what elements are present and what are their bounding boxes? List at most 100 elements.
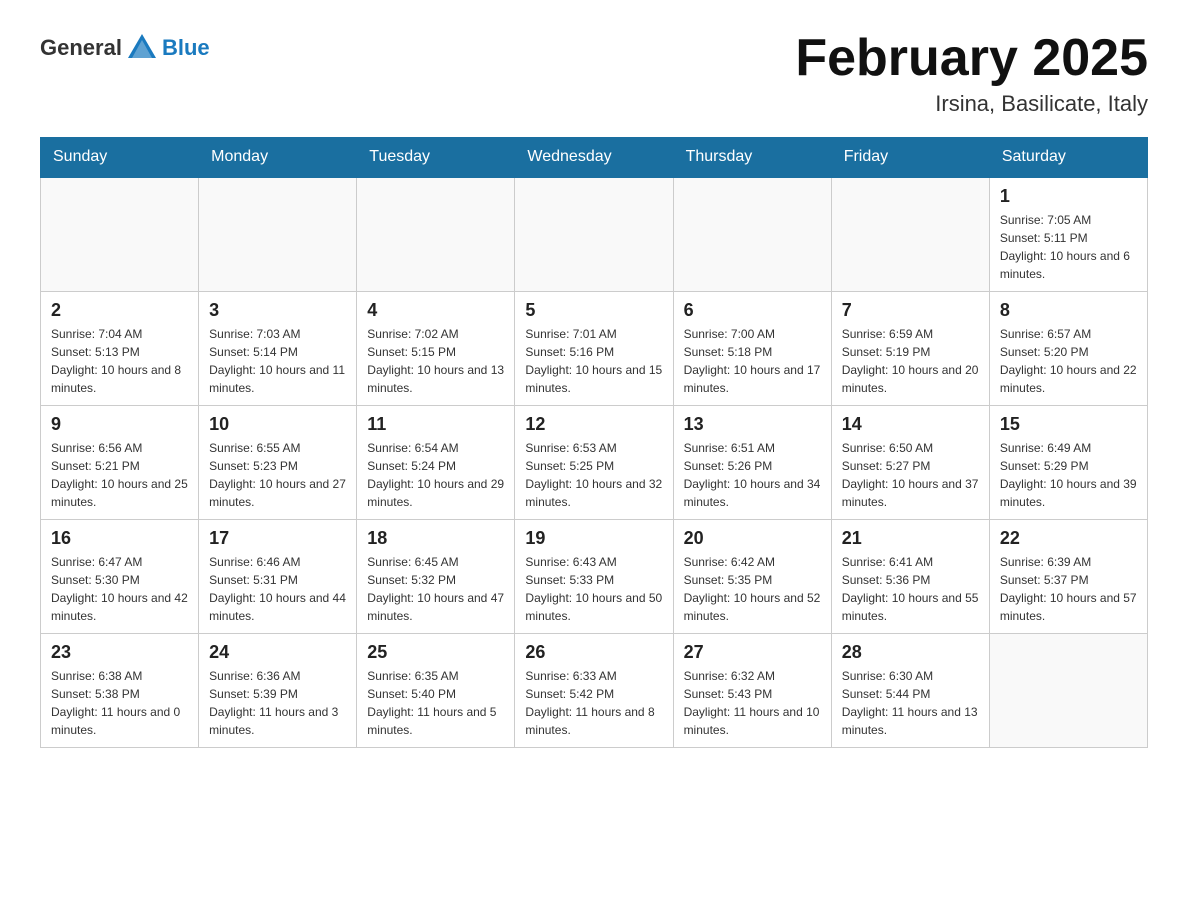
day-number: 28: [842, 642, 979, 663]
day-number: 27: [684, 642, 821, 663]
day-info: Sunrise: 7:00 AMSunset: 5:18 PMDaylight:…: [684, 325, 821, 397]
day-number: 8: [1000, 300, 1137, 321]
day-cell: 13 Sunrise: 6:51 AMSunset: 5:26 PMDayligh…: [673, 406, 831, 520]
day-info: Sunrise: 6:38 AMSunset: 5:38 PMDaylight:…: [51, 667, 188, 739]
weekday-header-monday: Monday: [199, 138, 357, 178]
day-info: Sunrise: 6:35 AMSunset: 5:40 PMDaylight:…: [367, 667, 504, 739]
day-cell: 15 Sunrise: 6:49 AMSunset: 5:29 PMDayligh…: [989, 406, 1147, 520]
logo-blue-text: Blue: [162, 35, 210, 61]
day-cell: [989, 634, 1147, 748]
day-cell: 9 Sunrise: 6:56 AMSunset: 5:21 PMDaylight…: [41, 406, 199, 520]
day-cell: 23 Sunrise: 6:38 AMSunset: 5:38 PMDayligh…: [41, 634, 199, 748]
day-info: Sunrise: 6:50 AMSunset: 5:27 PMDaylight:…: [842, 439, 979, 511]
day-info: Sunrise: 6:54 AMSunset: 5:24 PMDaylight:…: [367, 439, 504, 511]
day-number: 5: [525, 300, 662, 321]
day-number: 16: [51, 528, 188, 549]
day-cell: 24 Sunrise: 6:36 AMSunset: 5:39 PMDayligh…: [199, 634, 357, 748]
day-number: 23: [51, 642, 188, 663]
day-cell: 26 Sunrise: 6:33 AMSunset: 5:42 PMDayligh…: [515, 634, 673, 748]
weekday-header-wednesday: Wednesday: [515, 138, 673, 178]
day-info: Sunrise: 7:05 AMSunset: 5:11 PMDaylight:…: [1000, 211, 1137, 283]
day-number: 15: [1000, 414, 1137, 435]
day-cell: [357, 177, 515, 292]
calendar-body: 1 Sunrise: 7:05 AMSunset: 5:11 PMDaylight…: [41, 177, 1148, 748]
day-info: Sunrise: 6:47 AMSunset: 5:30 PMDaylight:…: [51, 553, 188, 625]
day-cell: 4Sunrise: 7:02 AMSunset: 5:15 PMDaylight…: [357, 292, 515, 406]
day-number: 4: [367, 300, 504, 321]
day-cell: 7 Sunrise: 6:59 AMSunset: 5:19 PMDaylight…: [831, 292, 989, 406]
day-cell: 19 Sunrise: 6:43 AMSunset: 5:33 PMDayligh…: [515, 520, 673, 634]
day-number: 13: [684, 414, 821, 435]
day-cell: [831, 177, 989, 292]
day-info: Sunrise: 6:43 AMSunset: 5:33 PMDaylight:…: [525, 553, 662, 625]
day-number: 3: [209, 300, 346, 321]
day-cell: 12Sunrise: 6:53 AMSunset: 5:25 PMDayligh…: [515, 406, 673, 520]
weekday-header-sunday: Sunday: [41, 138, 199, 178]
day-cell: 25 Sunrise: 6:35 AMSunset: 5:40 PMDayligh…: [357, 634, 515, 748]
day-number: 21: [842, 528, 979, 549]
day-number: 9: [51, 414, 188, 435]
day-cell: 10 Sunrise: 6:55 AMSunset: 5:23 PMDayligh…: [199, 406, 357, 520]
day-info: Sunrise: 7:03 AMSunset: 5:14 PMDaylight:…: [209, 325, 346, 397]
day-info: Sunrise: 6:55 AMSunset: 5:23 PMDaylight:…: [209, 439, 346, 511]
week-row-1: 2Sunrise: 7:04 AMSunset: 5:13 PMDaylight…: [41, 292, 1148, 406]
title-block: February 2025 Irsina, Basilicate, Italy: [795, 30, 1148, 117]
day-info: Sunrise: 6:42 AMSunset: 5:35 PMDaylight:…: [684, 553, 821, 625]
day-number: 25: [367, 642, 504, 663]
day-number: 19: [525, 528, 662, 549]
logo-icon: [124, 30, 160, 66]
day-number: 7: [842, 300, 979, 321]
day-cell: 18Sunrise: 6:45 AMSunset: 5:32 PMDayligh…: [357, 520, 515, 634]
weekday-header-friday: Friday: [831, 138, 989, 178]
day-cell: 16 Sunrise: 6:47 AMSunset: 5:30 PMDayligh…: [41, 520, 199, 634]
day-cell: 1 Sunrise: 7:05 AMSunset: 5:11 PMDaylight…: [989, 177, 1147, 292]
weekday-header-tuesday: Tuesday: [357, 138, 515, 178]
weekday-header-saturday: Saturday: [989, 138, 1147, 178]
day-cell: 11Sunrise: 6:54 AMSunset: 5:24 PMDayligh…: [357, 406, 515, 520]
day-cell: 5 Sunrise: 7:01 AMSunset: 5:16 PMDaylight…: [515, 292, 673, 406]
day-cell: 21 Sunrise: 6:41 AMSunset: 5:36 PMDayligh…: [831, 520, 989, 634]
day-number: 17: [209, 528, 346, 549]
day-number: 6: [684, 300, 821, 321]
day-cell: [515, 177, 673, 292]
day-info: Sunrise: 6:36 AMSunset: 5:39 PMDaylight:…: [209, 667, 346, 739]
day-number: 22: [1000, 528, 1137, 549]
week-row-2: 9 Sunrise: 6:56 AMSunset: 5:21 PMDaylight…: [41, 406, 1148, 520]
calendar-table: SundayMondayTuesdayWednesdayThursdayFrid…: [40, 137, 1148, 748]
day-cell: [673, 177, 831, 292]
week-row-0: 1 Sunrise: 7:05 AMSunset: 5:11 PMDaylight…: [41, 177, 1148, 292]
day-info: Sunrise: 6:41 AMSunset: 5:36 PMDaylight:…: [842, 553, 979, 625]
day-cell: 14 Sunrise: 6:50 AMSunset: 5:27 PMDayligh…: [831, 406, 989, 520]
day-info: Sunrise: 7:04 AMSunset: 5:13 PMDaylight:…: [51, 325, 188, 397]
day-number: 14: [842, 414, 979, 435]
logo-general-text: General: [40, 35, 122, 61]
day-number: 10: [209, 414, 346, 435]
day-number: 1: [1000, 186, 1137, 207]
day-info: Sunrise: 6:33 AMSunset: 5:42 PMDaylight:…: [525, 667, 662, 739]
day-number: 12: [525, 414, 662, 435]
day-info: Sunrise: 6:59 AMSunset: 5:19 PMDaylight:…: [842, 325, 979, 397]
day-info: Sunrise: 6:51 AMSunset: 5:26 PMDaylight:…: [684, 439, 821, 511]
day-cell: 8 Sunrise: 6:57 AMSunset: 5:20 PMDaylight…: [989, 292, 1147, 406]
week-row-4: 23 Sunrise: 6:38 AMSunset: 5:38 PMDayligh…: [41, 634, 1148, 748]
day-info: Sunrise: 6:56 AMSunset: 5:21 PMDaylight:…: [51, 439, 188, 511]
logo: General Blue: [40, 30, 210, 66]
day-info: Sunrise: 6:46 AMSunset: 5:31 PMDaylight:…: [209, 553, 346, 625]
day-info: Sunrise: 7:01 AMSunset: 5:16 PMDaylight:…: [525, 325, 662, 397]
page-header: General Blue February 2025 Irsina, Basil…: [40, 30, 1148, 117]
week-row-3: 16 Sunrise: 6:47 AMSunset: 5:30 PMDayligh…: [41, 520, 1148, 634]
location-subtitle: Irsina, Basilicate, Italy: [795, 91, 1148, 117]
day-cell: [41, 177, 199, 292]
day-cell: 20 Sunrise: 6:42 AMSunset: 5:35 PMDayligh…: [673, 520, 831, 634]
weekday-header-row: SundayMondayTuesdayWednesdayThursdayFrid…: [41, 138, 1148, 178]
day-info: Sunrise: 6:39 AMSunset: 5:37 PMDaylight:…: [1000, 553, 1137, 625]
month-title: February 2025: [795, 30, 1148, 87]
day-number: 26: [525, 642, 662, 663]
day-number: 24: [209, 642, 346, 663]
day-number: 20: [684, 528, 821, 549]
day-cell: 3 Sunrise: 7:03 AMSunset: 5:14 PMDaylight…: [199, 292, 357, 406]
day-info: Sunrise: 6:49 AMSunset: 5:29 PMDaylight:…: [1000, 439, 1137, 511]
day-cell: 17 Sunrise: 6:46 AMSunset: 5:31 PMDayligh…: [199, 520, 357, 634]
day-info: Sunrise: 6:57 AMSunset: 5:20 PMDaylight:…: [1000, 325, 1137, 397]
calendar-header: SundayMondayTuesdayWednesdayThursdayFrid…: [41, 138, 1148, 178]
